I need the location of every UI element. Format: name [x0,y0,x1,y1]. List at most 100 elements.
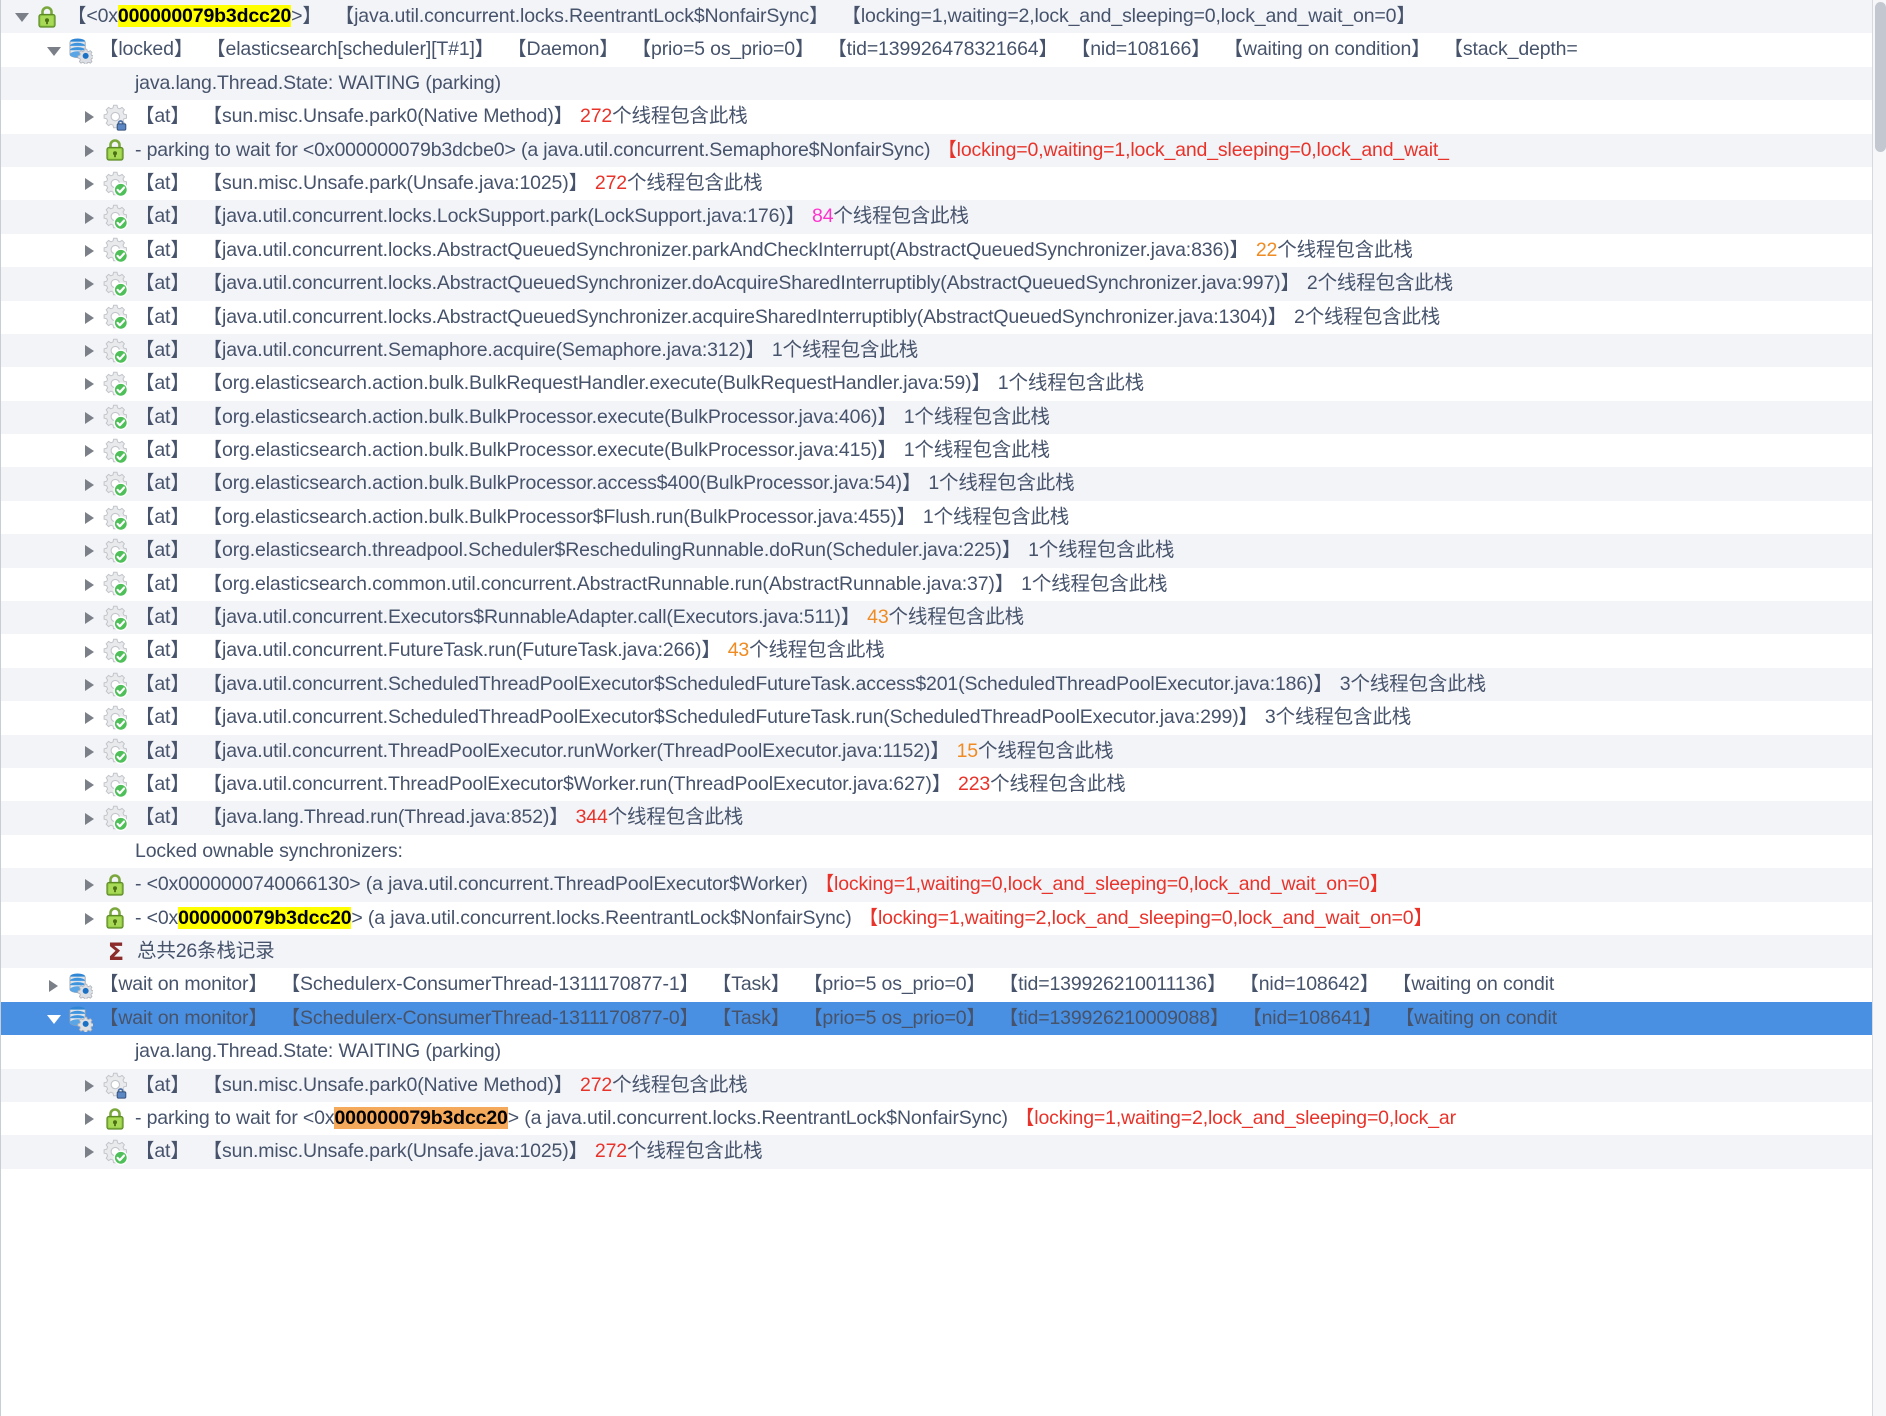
chevron-right-icon[interactable] [43,969,65,1002]
tree-row[interactable]: 【at】 【java.util.concurrent.locks.Abstract… [1,300,1886,334]
text-segment: 【java.util.concurrent.ThreadPoolExecutor… [202,739,950,762]
chevron-right-icon[interactable] [79,1069,101,1102]
chevron-right-icon[interactable] [79,134,101,167]
text-segment: 3 [1264,706,1276,729]
chevron-right-icon[interactable] [79,1135,101,1168]
chevron-right-icon[interactable] [79,100,101,133]
chevron-right-icon[interactable] [79,167,101,200]
tree-row[interactable]: 【at】 【sun.misc.Unsafe.park(Unsafe.java:10… [1,166,1886,201]
tree-row[interactable]: 【at】 【java.util.concurrent.Executors$Runn… [1,601,1886,635]
tree-row[interactable]: 【at】 【sun.misc.Unsafe.park0(Native Method… [1,100,1886,134]
row-text: 【at】 【org.elasticsearch.common.util.concu… [135,568,1167,601]
chevron-right-icon[interactable] [79,635,101,668]
text-segment: 【prio=5 os_prio=0】 [803,973,986,996]
text-segment: - parking to wait for <0x [135,1106,335,1129]
highlighted-address: 000000079b3dcc20 [117,5,292,27]
text-segment: 【at】 [135,171,190,194]
chevron-right-icon[interactable] [79,434,101,467]
chevron-down-icon[interactable] [43,34,65,67]
chevron-right-icon[interactable] [79,868,101,901]
chevron-right-icon[interactable] [79,668,101,701]
chevron-right-icon[interactable] [79,1102,101,1135]
gear-check-icon [101,403,129,431]
chevron-right-icon[interactable] [79,468,101,501]
tree-row[interactable]: 【at】 【java.util.concurrent.FutureTask.run… [1,634,1886,668]
chevron-right-icon[interactable] [79,534,101,567]
text-segment: 【at】 [135,238,190,261]
tree-row[interactable]: Σ 总共26条栈记录 [1,934,1886,969]
chevron-right-icon[interactable] [79,334,101,367]
chevron-right-icon[interactable] [79,735,101,768]
tree-row[interactable]: 【at】 【org.elasticsearch.threadpool.Schedu… [1,534,1886,568]
chevron-right-icon[interactable] [79,601,101,634]
chevron-right-icon[interactable] [79,501,101,534]
tree-row[interactable]: 【at】 【sun.misc.Unsafe.park0(Native Method… [1,1068,1886,1102]
text-segment: 【Daemon】 [507,38,619,61]
row-text: - <0x000000079b3dcc20> (a java.util.conc… [135,902,1433,935]
chevron-right-icon[interactable] [79,267,101,300]
tree-row[interactable]: 【at】 【java.util.concurrent.ScheduledThrea… [1,701,1886,735]
tree-row[interactable]: 【at】 【java.util.concurrent.ThreadPoolExec… [1,734,1886,768]
row-text: 总共26条栈记录 [137,935,275,968]
chevron-down-icon[interactable] [43,1002,65,1035]
twisty-placeholder [79,67,101,100]
tree-row[interactable]: 【at】 【java.util.concurrent.ThreadPoolExec… [1,767,1886,802]
tree-row[interactable]: - <0x000000079b3dcc20> (a java.util.conc… [1,901,1886,935]
chevron-right-icon[interactable] [79,701,101,734]
tree-row[interactable]: 【at】 【java.util.concurrent.ScheduledThrea… [1,667,1886,702]
text-segment: 【at】 [135,405,190,428]
tree-row[interactable]: 【at】 【org.elasticsearch.common.util.concu… [1,567,1886,602]
vertical-scrollbar[interactable] [1872,0,1886,1416]
text-segment: 【at】 [135,439,190,462]
text-segment: 1 [903,405,915,428]
tree-row[interactable]: 【at】 【org.elasticsearch.action.bulk.BulkP… [1,500,1886,535]
tree-row[interactable]: 【at】 【java.util.concurrent.locks.LockSupp… [1,200,1886,234]
tree-row[interactable]: 【at】 【java.util.concurrent.locks.Abstract… [1,267,1886,301]
text-segment: 【prio=5 os_prio=0】 [803,1006,986,1029]
chevron-right-icon[interactable] [79,802,101,835]
tree-row[interactable]: 【<0x000000079b3dcc20>】 【java.util.concurr… [1,0,1886,34]
text-segment: 【elasticsearch[scheduler][T#1]】 [206,38,495,61]
tree-row[interactable]: 【at】 【org.elasticsearch.action.bulk.BulkP… [1,467,1886,501]
lock-icon [101,871,129,899]
tree-rows-container[interactable]: 【<0x000000079b3dcc20>】 【java.util.concurr… [1,0,1886,1169]
tree-row[interactable]: - parking to wait for <0x000000079b3dcc2… [1,1101,1886,1136]
tree-row[interactable]: 【at】 【org.elasticsearch.action.bulk.BulkP… [1,434,1886,468]
tree-row[interactable]: java.lang.Thread.State: WAITING (parking… [1,1035,1886,1069]
chevron-down-icon[interactable] [11,0,33,33]
text-segment: 【java.util.concurrent.ScheduledThreadPoo… [202,706,1258,729]
text-segment: 22 [1255,238,1278,261]
chevron-right-icon[interactable] [79,367,101,400]
text-segment: 个线程包含此栈 [1038,539,1175,562]
chevron-right-icon[interactable] [79,768,101,801]
chevron-right-icon[interactable] [79,568,101,601]
tree-row[interactable]: 【wait on monitor】 【Schedulerx-ConsumerThr… [1,1001,1886,1036]
tree-row[interactable]: 【at】 【java.util.concurrent.locks.Abstract… [1,233,1886,268]
tree-row[interactable]: java.lang.Thread.State: WAITING (parking… [1,66,1886,101]
tree-row[interactable]: Locked ownable synchronizers: [1,834,1886,869]
tree-row[interactable]: 【wait on monitor】 【Schedulerx-ConsumerThr… [1,968,1886,1002]
gear-check-icon [101,704,129,732]
vertical-scrollbar-thumb[interactable] [1875,2,1886,152]
chevron-right-icon[interactable] [79,301,101,334]
chevron-right-icon[interactable] [79,201,101,234]
tree-row[interactable]: 【at】 【java.util.concurrent.Semaphore.acqu… [1,333,1886,368]
tree-row[interactable]: 【at】 【sun.misc.Unsafe.park(Unsafe.java:10… [1,1135,1886,1169]
text-segment: 个线程包含此栈 [1031,572,1168,595]
tree-row[interactable]: 【locked】 【elasticsearch[scheduler][T#1]】【… [1,33,1886,67]
chevron-right-icon[interactable] [79,234,101,267]
chevron-right-icon[interactable] [79,902,101,935]
tree-row[interactable]: 【at】 【java.lang.Thread.run(Thread.java:85… [1,801,1886,835]
no-icon-spacer [101,69,129,97]
tree-row[interactable]: - parking to wait for <0x000000079b3dcbe… [1,133,1886,167]
tree-row[interactable]: 【at】 【org.elasticsearch.action.bulk.BulkP… [1,400,1886,435]
thread-dump-tree[interactable]: 【<0x000000079b3dcc20>】 【java.util.concurr… [0,0,1886,1416]
text-segment: 【at】 [135,205,190,228]
tree-row[interactable]: - <0x0000000740066130> (a java.util.conc… [1,868,1886,902]
text-segment: 【waiting on condit [1394,1006,1557,1029]
chevron-right-icon[interactable] [79,401,101,434]
tree-row[interactable]: 【at】 【org.elasticsearch.action.bulk.BulkR… [1,367,1886,401]
row-text: 【at】 【sun.misc.Unsafe.park0(Native Method… [135,100,748,133]
text-segment: 个线程包含此栈 [1350,672,1486,695]
text-segment: 【at】 [135,772,190,795]
